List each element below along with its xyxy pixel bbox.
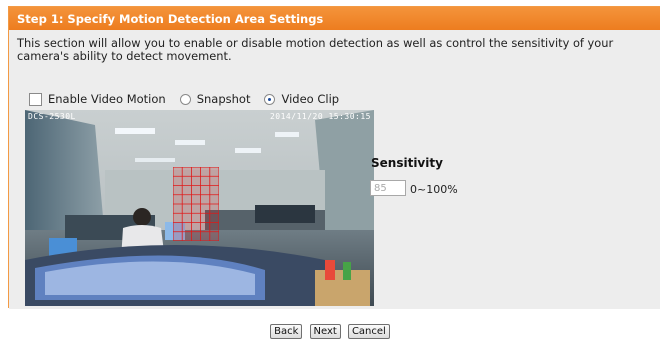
motion-area-grid[interactable] xyxy=(173,167,219,241)
camera-preview[interactable]: DCS-2530L 2014/11/20 15:30:15 xyxy=(25,110,374,306)
video-clip-option[interactable]: Video Clip xyxy=(264,92,339,106)
enable-video-motion-label: Enable Video Motion xyxy=(48,92,166,106)
video-clip-radio[interactable] xyxy=(264,93,276,105)
timestamp-right: 2014/11/20 15:30:15 xyxy=(269,112,371,121)
section-header: Step 1: Specify Motion Detection Area Se… xyxy=(9,7,660,30)
wizard-buttons: Back Next Cancel xyxy=(0,319,660,339)
enable-video-motion-checkbox[interactable] xyxy=(29,92,42,106)
timestamp-left: DCS-2530L xyxy=(28,112,76,121)
video-clip-label: Video Clip xyxy=(281,92,340,106)
sensitivity-title: Sensitivity xyxy=(371,156,443,170)
sensitivity-range: 0~100% xyxy=(410,183,458,196)
next-button[interactable]: Next xyxy=(309,324,341,339)
section-content: This section will allow you to enable or… xyxy=(9,30,660,309)
back-button[interactable]: Back xyxy=(270,324,303,339)
section-title: Step 1: Specify Motion Detection Area Se… xyxy=(17,12,324,26)
section-description: This section will allow you to enable or… xyxy=(17,36,614,63)
snapshot-option[interactable]: Snapshot xyxy=(179,92,251,106)
snapshot-radio[interactable] xyxy=(179,93,191,105)
sensitivity-input[interactable] xyxy=(370,180,406,196)
cancel-button[interactable]: Cancel xyxy=(347,324,390,339)
motion-detection-panel: Step 1: Specify Motion Detection Area Se… xyxy=(8,6,660,309)
enable-video-motion-option[interactable]: Enable Video Motion xyxy=(29,92,166,106)
motion-options: Enable Video Motion Snapshot Video Clip xyxy=(29,92,339,106)
snapshot-label: Snapshot xyxy=(196,92,251,106)
